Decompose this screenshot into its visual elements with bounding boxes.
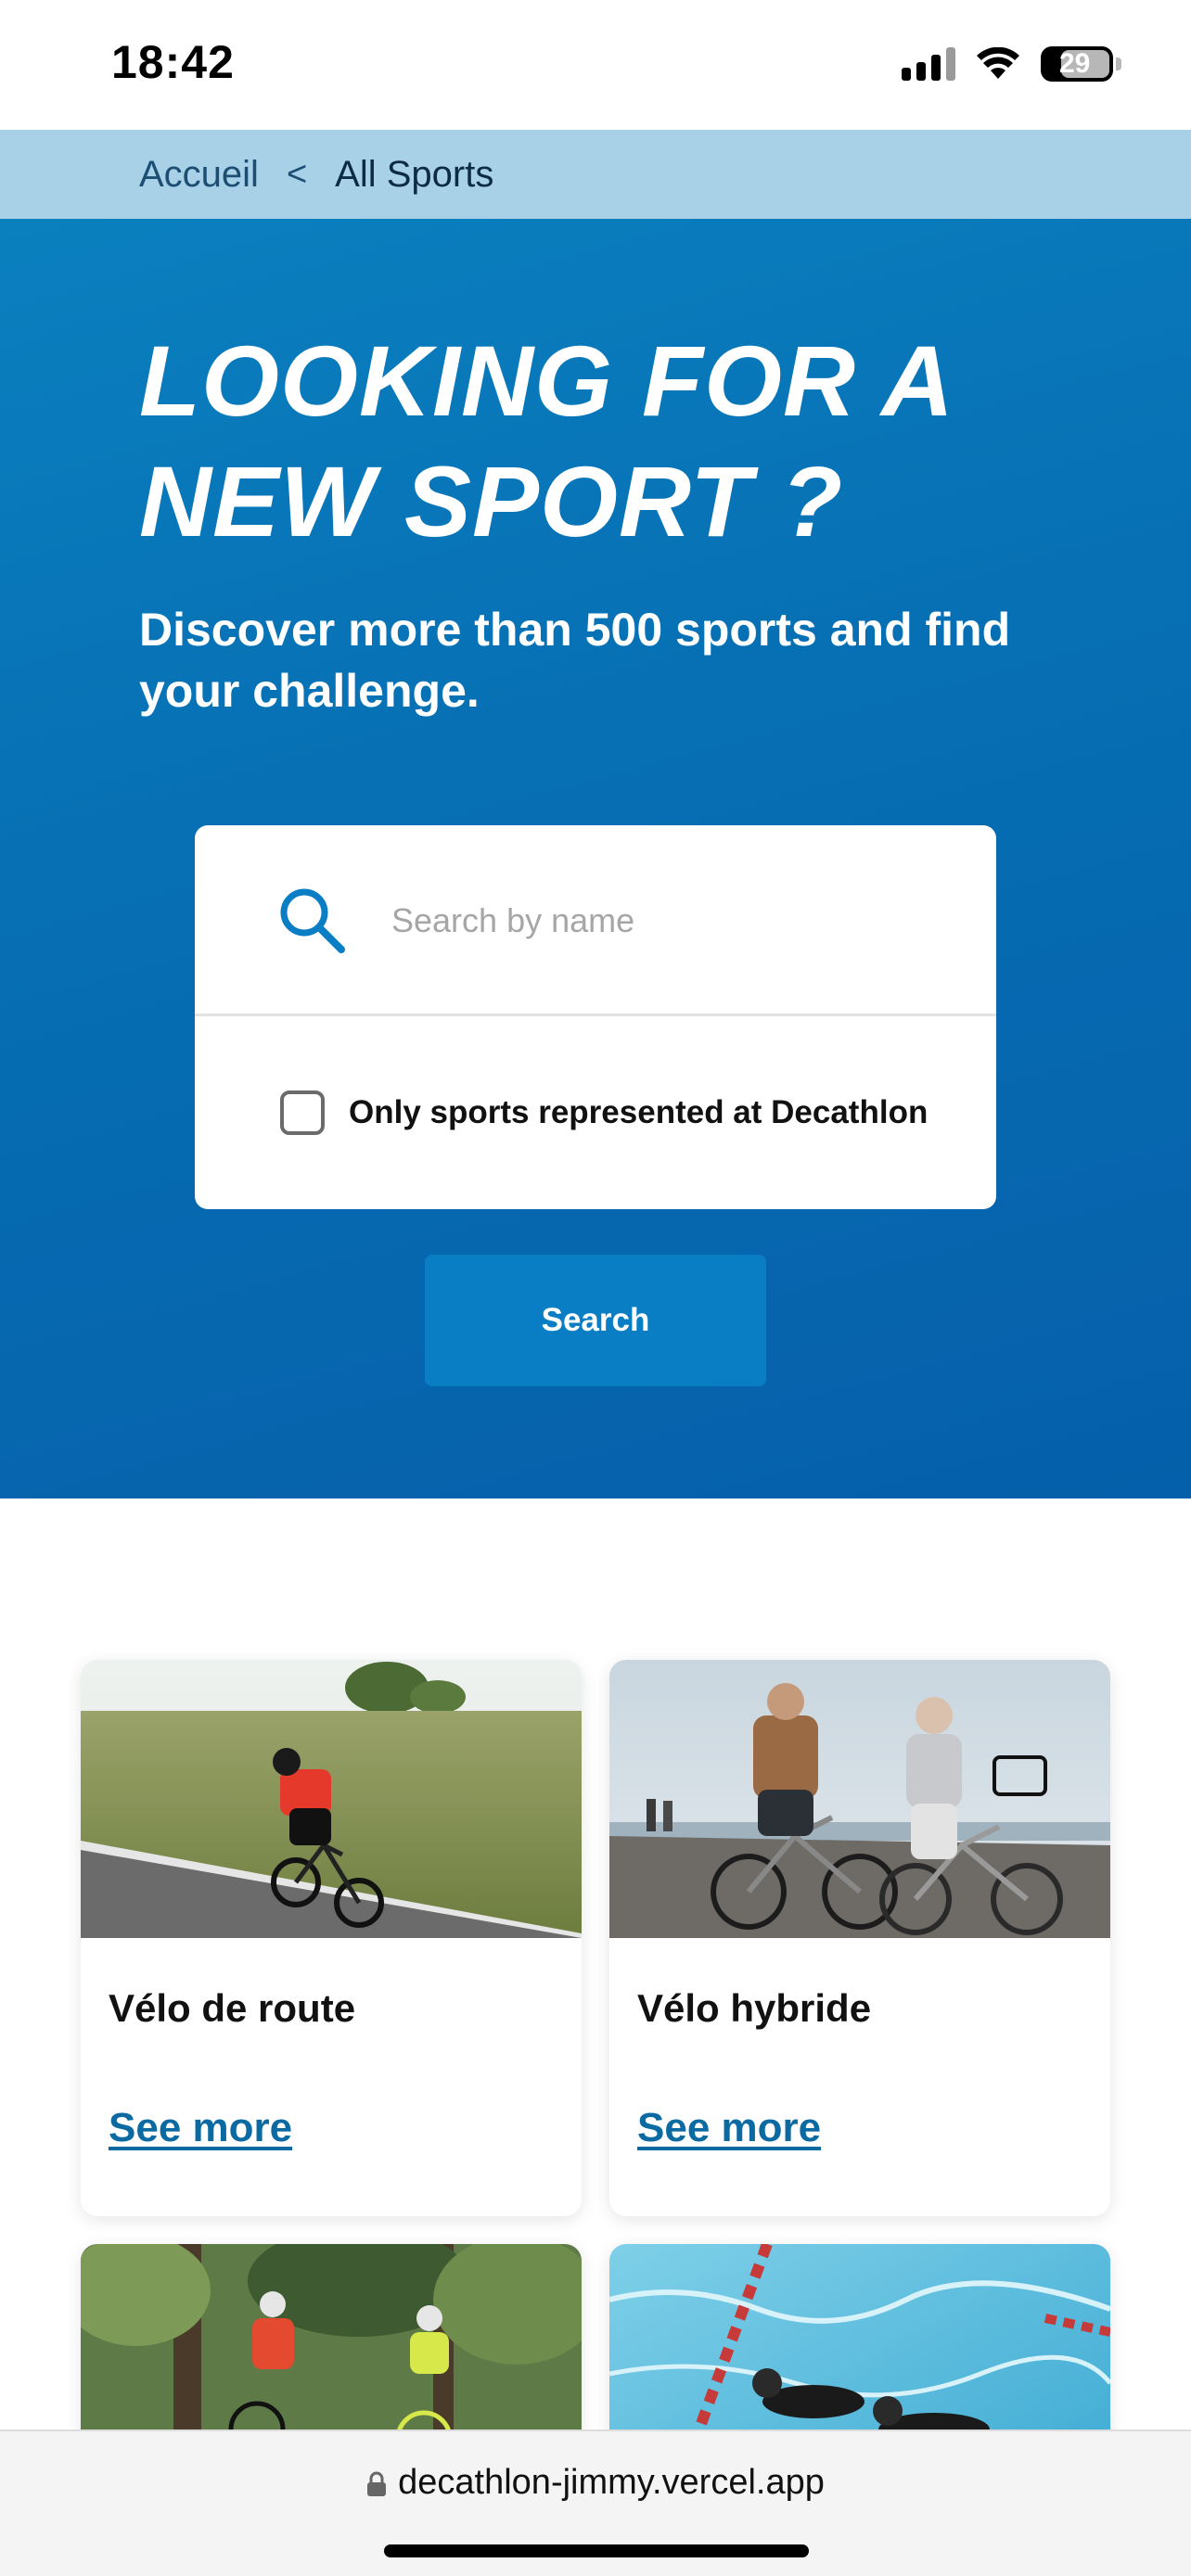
search-card: Only sports represented at Decathlon <box>195 825 996 1209</box>
decathlon-filter-row[interactable]: Only sports represented at Decathlon <box>195 1016 996 1209</box>
sport-card[interactable]: Vélo hybride See more <box>609 1660 1110 2216</box>
sport-card-title: Vélo hybride <box>637 1986 872 2030</box>
battery-level: 29 <box>1059 48 1091 79</box>
sport-card-image <box>81 1660 582 1938</box>
search-input[interactable] <box>391 879 948 963</box>
hero-title: LOOKING FOR A NEW SPORT ? <box>139 325 951 557</box>
breadcrumb-separator: < <box>286 154 308 194</box>
breadcrumb-current: All Sports <box>335 153 494 195</box>
decathlon-filter-checkbox[interactable] <box>280 1090 325 1135</box>
browser-url-bar[interactable]: decathlon-jimmy.vercel.app <box>0 2429 1191 2576</box>
page: 18:42 29 Accueil < All Sports LOOKING FO… <box>0 0 1191 2576</box>
cellular-signal-icon <box>902 47 955 81</box>
breadcrumb-home-link[interactable]: Accueil <box>139 154 259 196</box>
hero-subtitle: Discover more than 500 sports and find y… <box>139 604 1011 717</box>
see-more-link[interactable]: See more <box>109 2105 292 2151</box>
url-display[interactable]: decathlon-jimmy.vercel.app <box>0 2463 1191 2503</box>
sport-card-image <box>609 1660 1110 1938</box>
battery-icon: 29 <box>1041 46 1121 82</box>
search-button[interactable]: Search <box>425 1255 766 1386</box>
hero-section: LOOKING FOR A NEW SPORT ? Discover more … <box>0 219 1191 1498</box>
home-indicator[interactable] <box>384 2544 809 2557</box>
breadcrumb: Accueil < All Sports <box>0 130 1191 219</box>
sport-card-title: Vélo de route <box>109 1986 356 2030</box>
lock-icon <box>367 2471 387 2496</box>
status-bar: 18:42 29 <box>0 0 1191 130</box>
see-more-link[interactable]: See more <box>637 2105 821 2151</box>
status-icons: 29 <box>902 46 1121 82</box>
sport-card[interactable]: Vélo de route See more <box>81 1660 582 2216</box>
search-row <box>195 825 996 1016</box>
url-text: decathlon-jimmy.vercel.app <box>398 2463 825 2502</box>
search-icon <box>280 888 345 953</box>
status-time: 18:42 <box>111 36 235 88</box>
wifi-icon <box>977 47 1019 79</box>
decathlon-filter-label: Only sports represented at Decathlon <box>349 1094 928 1130</box>
